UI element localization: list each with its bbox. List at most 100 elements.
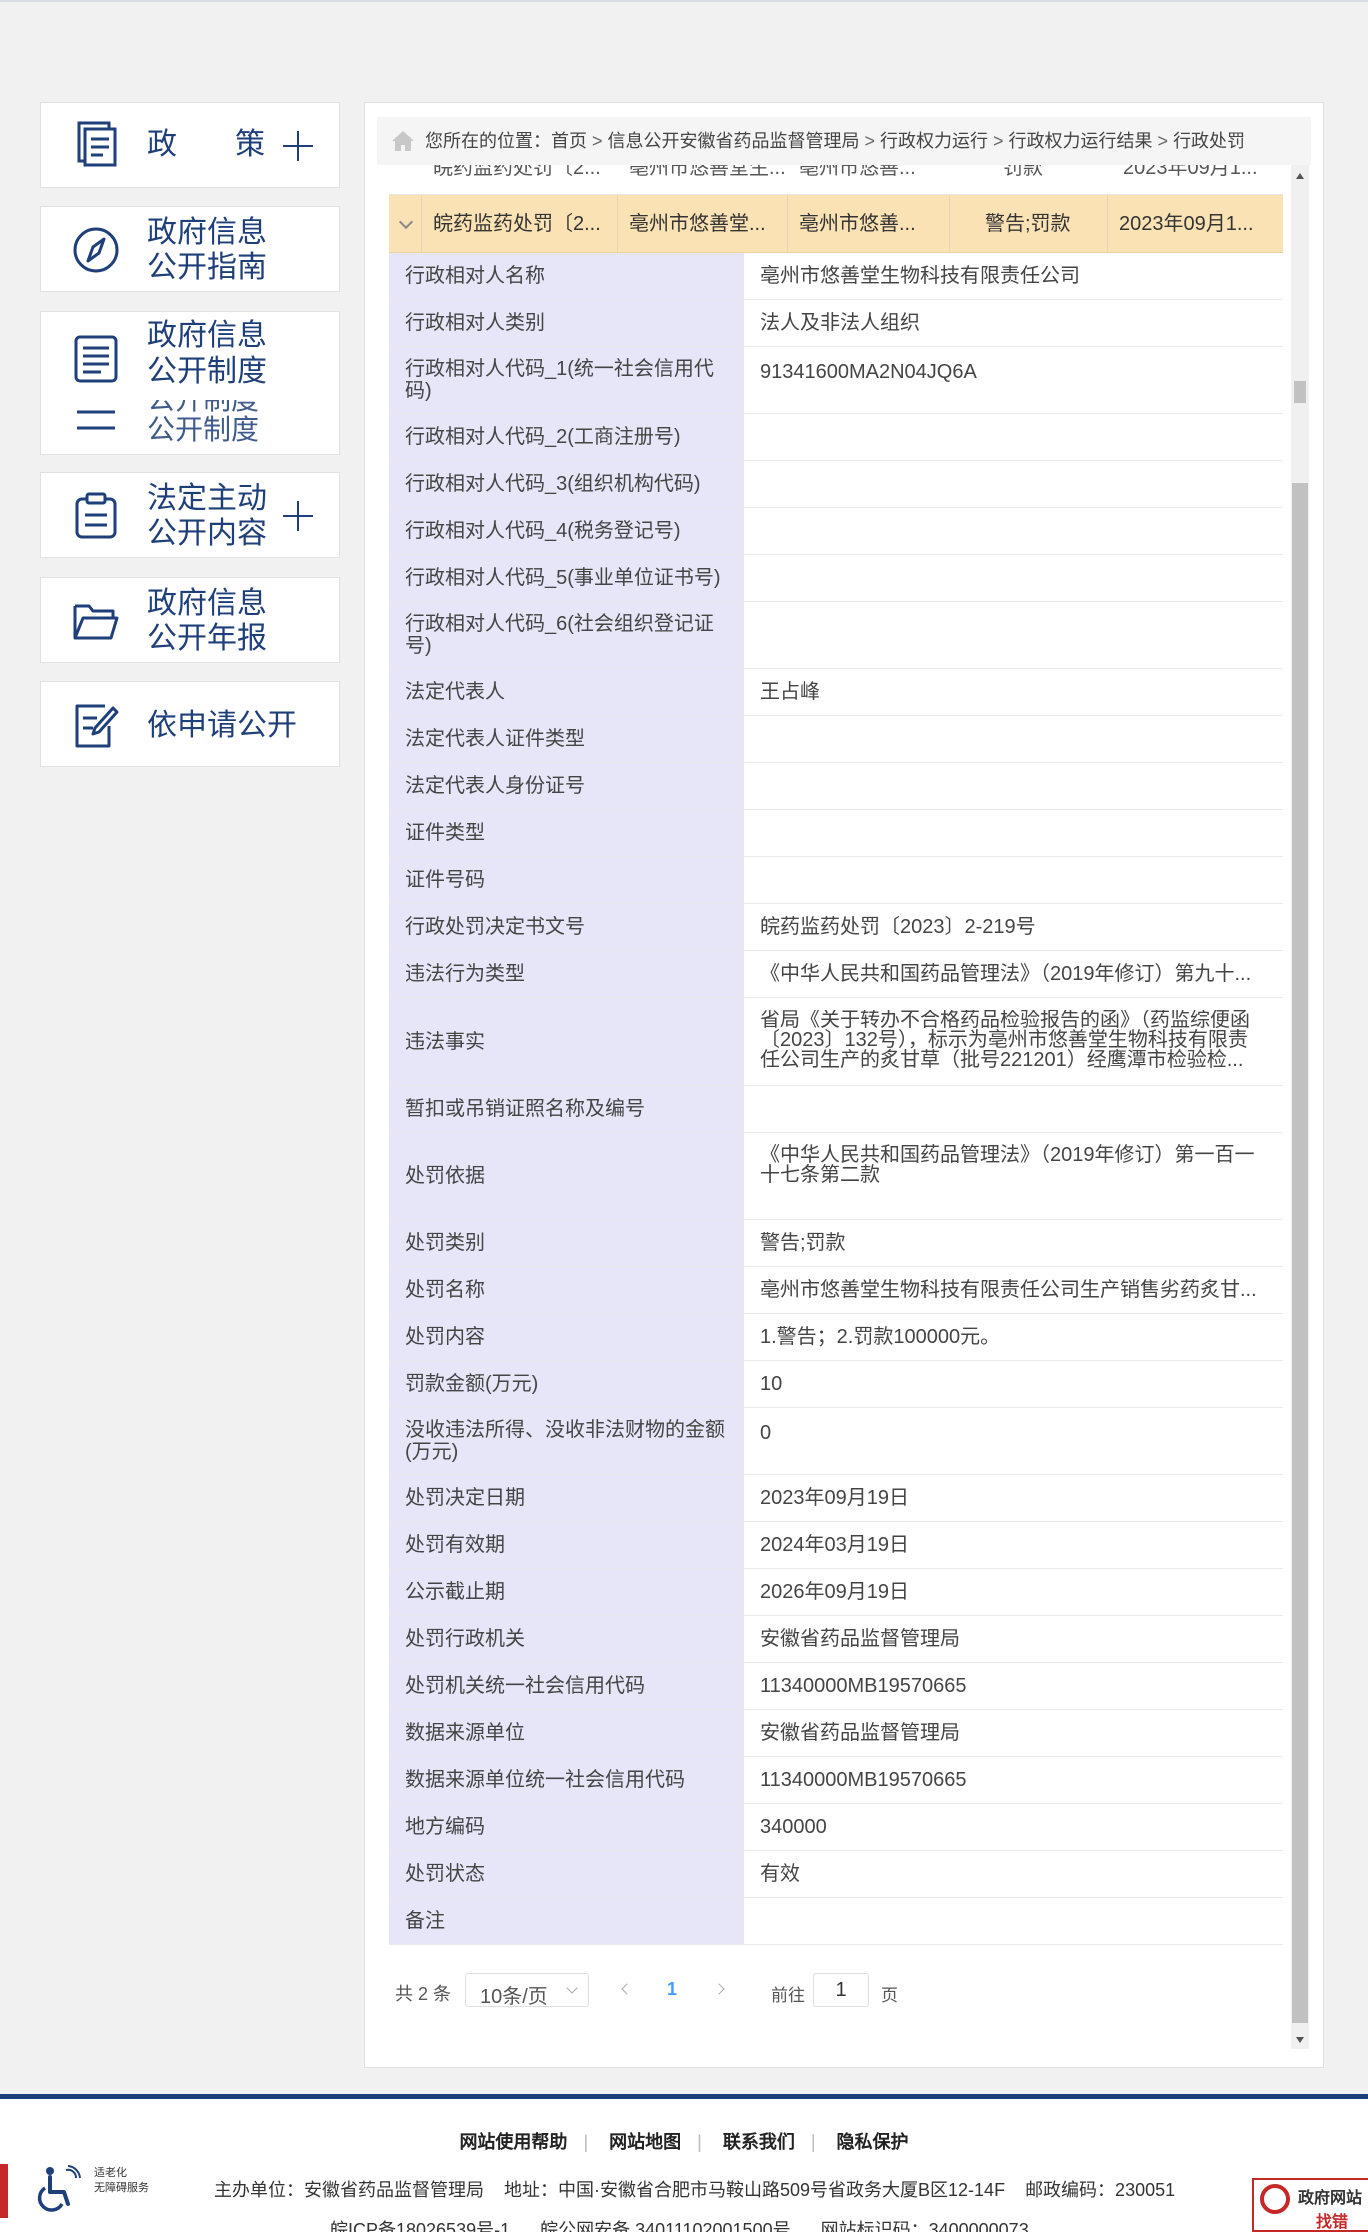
- sidebar-item-system[interactable]: 政府信息 公开制度 公开制度 公开制度: [40, 311, 340, 455]
- detail-label: 暂扣或吊销证照名称及编号: [389, 1086, 743, 1132]
- sidebar-item-annual-report[interactable]: 政府信息 公开年报: [40, 577, 340, 663]
- footer-sponsor: 主办单位：安徽省药品监督管理局: [214, 2180, 484, 2200]
- detail-label: 行政相对人类别: [389, 300, 743, 346]
- scrollbar-thumb[interactable]: [1292, 483, 1308, 2023]
- detail-value: 亳州市悠善堂生物科技有限责任公司生产销售劣药炙甘...: [743, 1267, 1283, 1313]
- vertical-scrollbar[interactable]: [1291, 165, 1309, 2049]
- detail-value: [743, 461, 1283, 507]
- sidebar-item-label-line1: 政府信息: [147, 319, 267, 352]
- page-size-select[interactable]: 10条/页: [465, 1973, 589, 2008]
- footer-link-sitemap[interactable]: 网站地图: [609, 2132, 681, 2152]
- chevron-down-icon[interactable]: [398, 214, 414, 230]
- expand-plus-icon[interactable]: [283, 131, 313, 161]
- breadcrumb: 您所在的位置：首页 > 信息公开安徽省药品监督管理局 > 行政权力运行 > 行政权力运行结果…: [377, 117, 1311, 165]
- folder-icon: [73, 604, 119, 640]
- divider: |: [810, 2132, 816, 2152]
- sidebar-item-guide[interactable]: 政府信息 公开指南: [40, 206, 340, 292]
- detail-row: 备注: [389, 1898, 1283, 1945]
- detail-value: 皖药监药处罚〔2023〕2-219号: [743, 904, 1283, 950]
- detail-row: 证件号码: [389, 857, 1283, 904]
- detail-row: 处罚状态 有效: [389, 1851, 1283, 1898]
- breadcrumb-link[interactable]: 行政权力运行结果: [1009, 129, 1153, 153]
- main-panel: 您所在的位置：首页 > 信息公开安徽省药品监督管理局 > 行政权力运行 > 行政权力运行结果…: [364, 102, 1324, 2068]
- footer-links: 网站使用帮助 | 网站地图 | 联系我们 | 隐私保护: [0, 2128, 1368, 2154]
- detail-row: 处罚依据 《中华人民共和国药品管理法》（2019年修订）第一百一十七条第二款: [389, 1133, 1283, 1220]
- detail-value: 警告;罚款: [743, 1220, 1283, 1266]
- detail-label: 行政处罚决定书文号: [389, 904, 743, 950]
- scroll-down-arrow-icon[interactable]: [1296, 2037, 1304, 2043]
- footer-link-contact[interactable]: 联系我们: [723, 2132, 795, 2152]
- table-cell: 亳州市悠善堂生...: [629, 165, 786, 179]
- detail-value: 法人及非法人组织: [743, 300, 1283, 346]
- footer: 网站使用帮助 | 网站地图 | 联系我们 | 隐私保护 适老化无障碍服务 主办单位：安…: [0, 2094, 1368, 2232]
- sidebar-item-policy[interactable]: 政策: [40, 102, 340, 188]
- accessibility-label-line1: 适老化: [94, 2167, 127, 2179]
- footer-link-help[interactable]: 网站使用帮助: [459, 2132, 567, 2152]
- divider: |: [583, 2132, 589, 2152]
- detail-value: 有效: [743, 1851, 1283, 1897]
- breadcrumb-separator: >: [592, 131, 603, 151]
- accessibility-service-button[interactable]: 适老化 无障碍服务: [36, 2164, 156, 2214]
- gov-site-error-report-button[interactable]: 政府网站 找错: [1252, 2178, 1368, 2232]
- divider: |: [697, 2132, 702, 2152]
- table-cell: 罚款: [1003, 165, 1043, 179]
- table-row-partial[interactable]: 皖药监药处罚〔2... 亳州市悠善堂生... 亳州市悠善... 罚款 2023年…: [389, 165, 1283, 195]
- scroll-up-arrow-icon[interactable]: [1296, 173, 1304, 179]
- detail-value: 《中华人民共和国药品管理法》（2019年修订）第九十...: [743, 951, 1283, 997]
- footer-top-bar: [0, 2094, 1368, 2099]
- detail-row: 行政相对人代码_2(工商注册号): [389, 414, 1283, 461]
- next-page-icon[interactable]: [713, 1983, 725, 1995]
- detail-row: 地方编码 340000: [389, 1804, 1283, 1851]
- goto-page-input[interactable]: 1: [813, 1973, 869, 2007]
- detail-value: 11340000MB19570665: [743, 1663, 1283, 1709]
- detail-label: 处罚类别: [389, 1220, 743, 1266]
- detail-row: 行政相对人代码_6(社会组织登记证号): [389, 602, 1283, 669]
- breadcrumb-link[interactable]: 行政权力运行: [880, 129, 988, 153]
- accessibility-label-line2: 无障碍服务: [94, 2182, 149, 2194]
- breadcrumb-trail: 您所在的位置：首页 > 信息公开安徽省药品监督管理局 > 行政权力运行 > 行政权力运行结果…: [425, 129, 1245, 153]
- page-number-current[interactable]: 1: [667, 1979, 677, 2000]
- table-cell: 亳州市悠善堂...: [629, 213, 766, 235]
- detail-row: 法定代表人 王占峰: [389, 669, 1283, 716]
- edit-form-icon: [75, 704, 119, 748]
- footer-icp[interactable]: 皖ICP备18026539号-1: [330, 2220, 510, 2232]
- table-row-selected[interactable]: 皖药监药处罚〔2... 亳州市悠善堂... 亳州市悠善... 警告;罚款 202…: [389, 195, 1283, 253]
- goto-unit-label: 页: [881, 1986, 898, 2005]
- sidebar-item-on-request[interactable]: 依申请公开: [40, 681, 340, 767]
- footer-police-record[interactable]: 皖公网安备 34011102001500号: [540, 2220, 790, 2232]
- accessibility-label: 适老化 无障碍服务: [94, 2166, 149, 2196]
- detail-value: 《中华人民共和国药品管理法》（2019年修订）第一百一十七条第二款: [743, 1133, 1283, 1219]
- detail-value: 340000: [743, 1804, 1283, 1850]
- breadcrumb-link-home[interactable]: 首页: [551, 129, 587, 153]
- detail-row: 公示截止期 2026年09月19日: [389, 1569, 1283, 1616]
- results-table: 皖药监药处罚〔2... 亳州市悠善堂生... 亳州市悠善... 罚款 2023年…: [389, 165, 1283, 1965]
- table-cell: 皖药监药处罚〔2...: [433, 165, 601, 179]
- detail-value: [743, 555, 1283, 601]
- sidebar-item-label-line1: 政府信息: [147, 216, 267, 249]
- breadcrumb-current[interactable]: 行政处罚: [1173, 129, 1245, 153]
- sidebar-item-proactive[interactable]: 法定主动 公开内容: [40, 472, 340, 558]
- table-cell: 2023年09月1...: [1119, 213, 1254, 235]
- breadcrumb-prefix: 您所在的位置：: [425, 131, 551, 151]
- detail-row: 法定代表人证件类型: [389, 716, 1283, 763]
- detail-label: 违法事实: [389, 998, 743, 1085]
- detail-label: 处罚行政机关: [389, 1616, 743, 1662]
- detail-value: 王占峰: [743, 669, 1283, 715]
- detail-value: 91341600MA2N04JQ6A: [743, 347, 1283, 413]
- ghost-label: 公开制度: [147, 400, 259, 414]
- detail-label: 行政相对人代码_6(社会组织登记证号): [389, 602, 743, 668]
- list-document-icon: [74, 335, 118, 383]
- footer-link-privacy[interactable]: 隐私保护: [837, 2132, 909, 2152]
- table-cell: 亳州市悠善...: [799, 165, 916, 179]
- detail-row: 没收违法所得、没收非法财物的金额(万元) 0: [389, 1408, 1283, 1475]
- detail-row: 证件类型: [389, 810, 1283, 857]
- prev-page-icon[interactable]: [621, 1983, 633, 1995]
- breadcrumb-link[interactable]: 信息公开安徽省药品监督管理局: [608, 129, 860, 153]
- detail-label: 违法行为类型: [389, 951, 743, 997]
- left-badge: [0, 2164, 8, 2218]
- table-cell: 皖药监药处罚〔2...: [433, 213, 601, 235]
- goto-label: 前往: [771, 1986, 805, 2005]
- home-icon: [392, 131, 414, 151]
- detail-row: 数据来源单位 安徽省药品监督管理局: [389, 1710, 1283, 1757]
- expand-plus-icon[interactable]: [283, 501, 313, 531]
